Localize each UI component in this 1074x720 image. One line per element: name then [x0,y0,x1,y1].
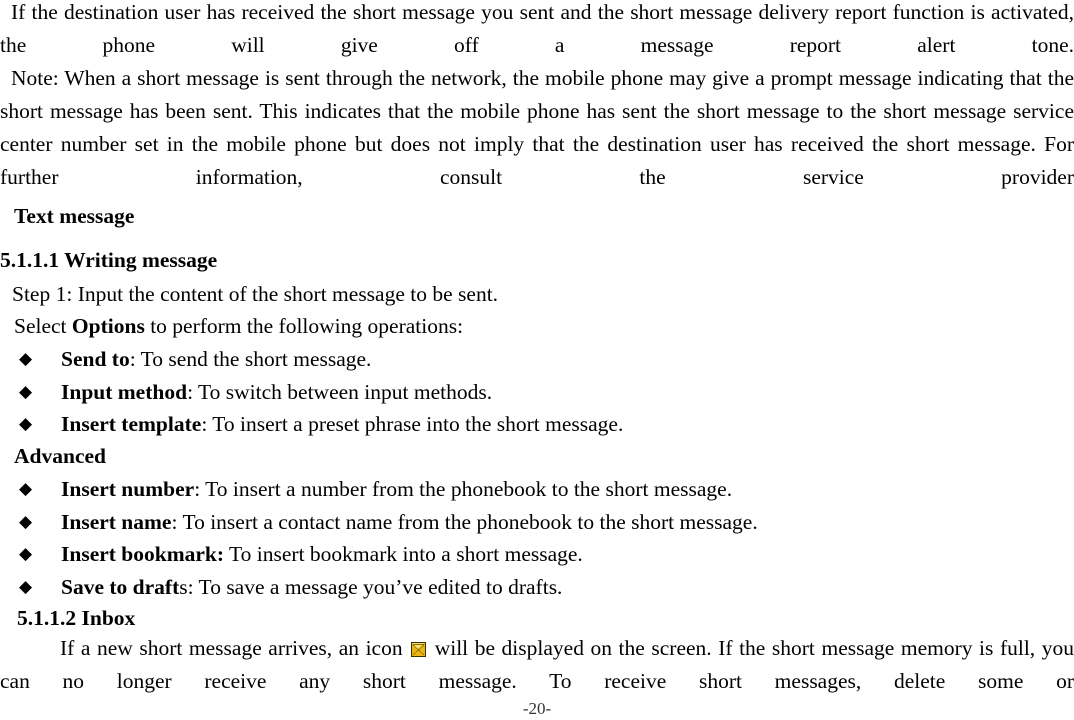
diamond-bullet-icon: ◆ [19,414,33,434]
list-item-content: Input method: To switch between input me… [61,376,492,409]
select-prefix: Select [14,314,72,338]
list-item-term: Input method [61,379,188,404]
heading-advanced: Advanced [14,444,106,468]
options-keyword: Options [71,314,145,338]
list-item-term: Insert bookmark: [61,542,225,566]
list-item-term: Insert name [61,509,172,534]
list-item-description: s: To save a message you’ve edited to dr… [179,574,563,599]
list-item-term: Save to draft [61,574,180,599]
list-item-term: Send to [61,347,130,371]
heading-text-message: Text message [14,204,135,228]
envelope-icon [411,642,427,657]
list-item: ◆ Send to: To send the short message. [0,343,1060,376]
paragraph-note: Note: When a short message is sent throu… [0,62,1074,227]
list-item: ◆ Insert name: To insert a contact name … [0,506,1060,539]
advanced-bullet-list: ◆ Insert number: To insert a number from… [0,473,1060,603]
step-1-line: Step 1: Input the content of the short m… [12,282,499,306]
list-item-content: Insert bookmark: To insert bookmark into… [61,538,583,571]
list-item-content: Send to: To send the short message. [61,343,371,376]
list-item-description: : To switch between input methods. [187,379,493,404]
list-item: ◆ Insert template: To insert a preset ph… [0,408,1060,441]
list-item-term: Insert number [61,477,195,501]
list-item: ◆ Save to drafts: To save a message you’… [0,571,1060,604]
select-suffix: to perform the following operations: [144,314,464,338]
list-item-description: To insert bookmark into a short message. [224,542,583,566]
list-item-content: Insert name: To insert a contact name fr… [61,506,758,539]
document-page: If the destination user has received the… [0,0,1074,720]
heading-inbox: 5.1.1.2 Inbox [17,606,136,630]
diamond-bullet-icon: ◆ [19,381,33,402]
options-bullet-list: ◆ Send to: To send the short message. ◆ … [0,343,1060,441]
list-item-description: : To send the short message. [129,347,372,371]
diamond-bullet-icon: ◆ [19,349,33,369]
list-item: ◆ Insert bookmark: To insert bookmark in… [0,538,1060,571]
list-item-content: Insert template: To insert a preset phra… [61,408,623,441]
select-options-line: Select Options to perform the following … [14,311,463,341]
page-number: -20- [522,699,552,718]
diamond-bullet-icon: ◆ [19,479,33,499]
list-item-term: Insert template [61,412,202,436]
diamond-bullet-icon: ◆ [19,511,33,532]
diamond-bullet-icon: ◆ [19,576,33,597]
list-item-description: : To insert a preset phrase into the sho… [201,412,624,436]
heading-writing-message: 5.1.1.1 Writing message [0,248,218,272]
list-item: ◆ Input method: To switch between input … [0,376,1060,409]
list-item-content: Save to drafts: To save a message you’ve… [61,571,562,604]
list-item: ◆ Insert number: To insert a number from… [0,473,1060,506]
diamond-bullet-icon: ◆ [19,544,33,564]
list-item-description: : To insert a contact name from the phon… [171,509,758,534]
paragraph-note-text: Note: When a short message is sent throu… [0,66,1074,189]
inbox-text-before-icon: If a new short message arrives, an icon [60,636,410,660]
list-item-description: : To insert a number from the phonebook … [194,477,733,501]
list-item-content: Insert number: To insert a number from t… [61,473,732,506]
